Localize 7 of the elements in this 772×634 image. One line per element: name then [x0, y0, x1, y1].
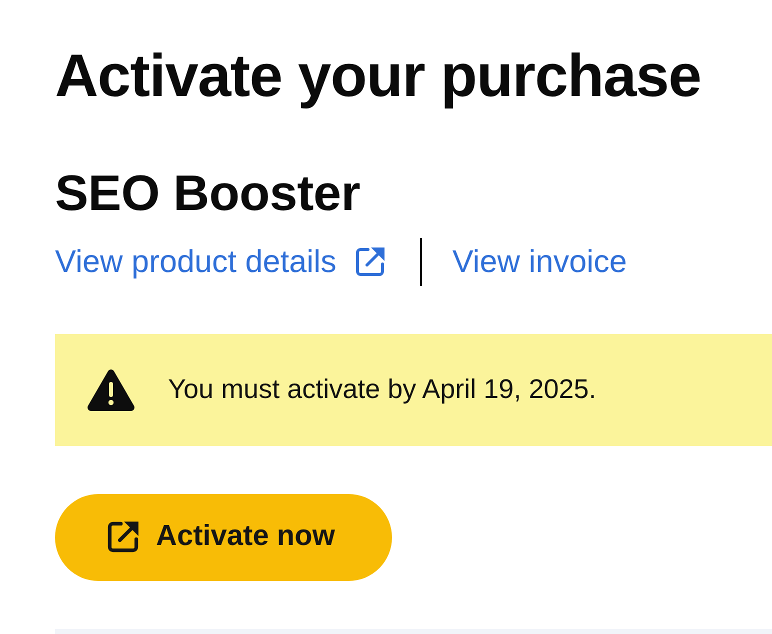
warning-icon	[87, 368, 135, 412]
external-link[interactable]: View product details	[55, 242, 336, 280]
page-title: Activate your purchase	[55, 41, 702, 111]
activate-button[interactable]: Activate now	[55, 494, 392, 580]
invoice-link[interactable]: View invoice	[452, 242, 627, 280]
product-name: SEO Booster	[55, 165, 362, 222]
warning-message: You must activate by April 19, 2025.	[168, 373, 596, 406]
